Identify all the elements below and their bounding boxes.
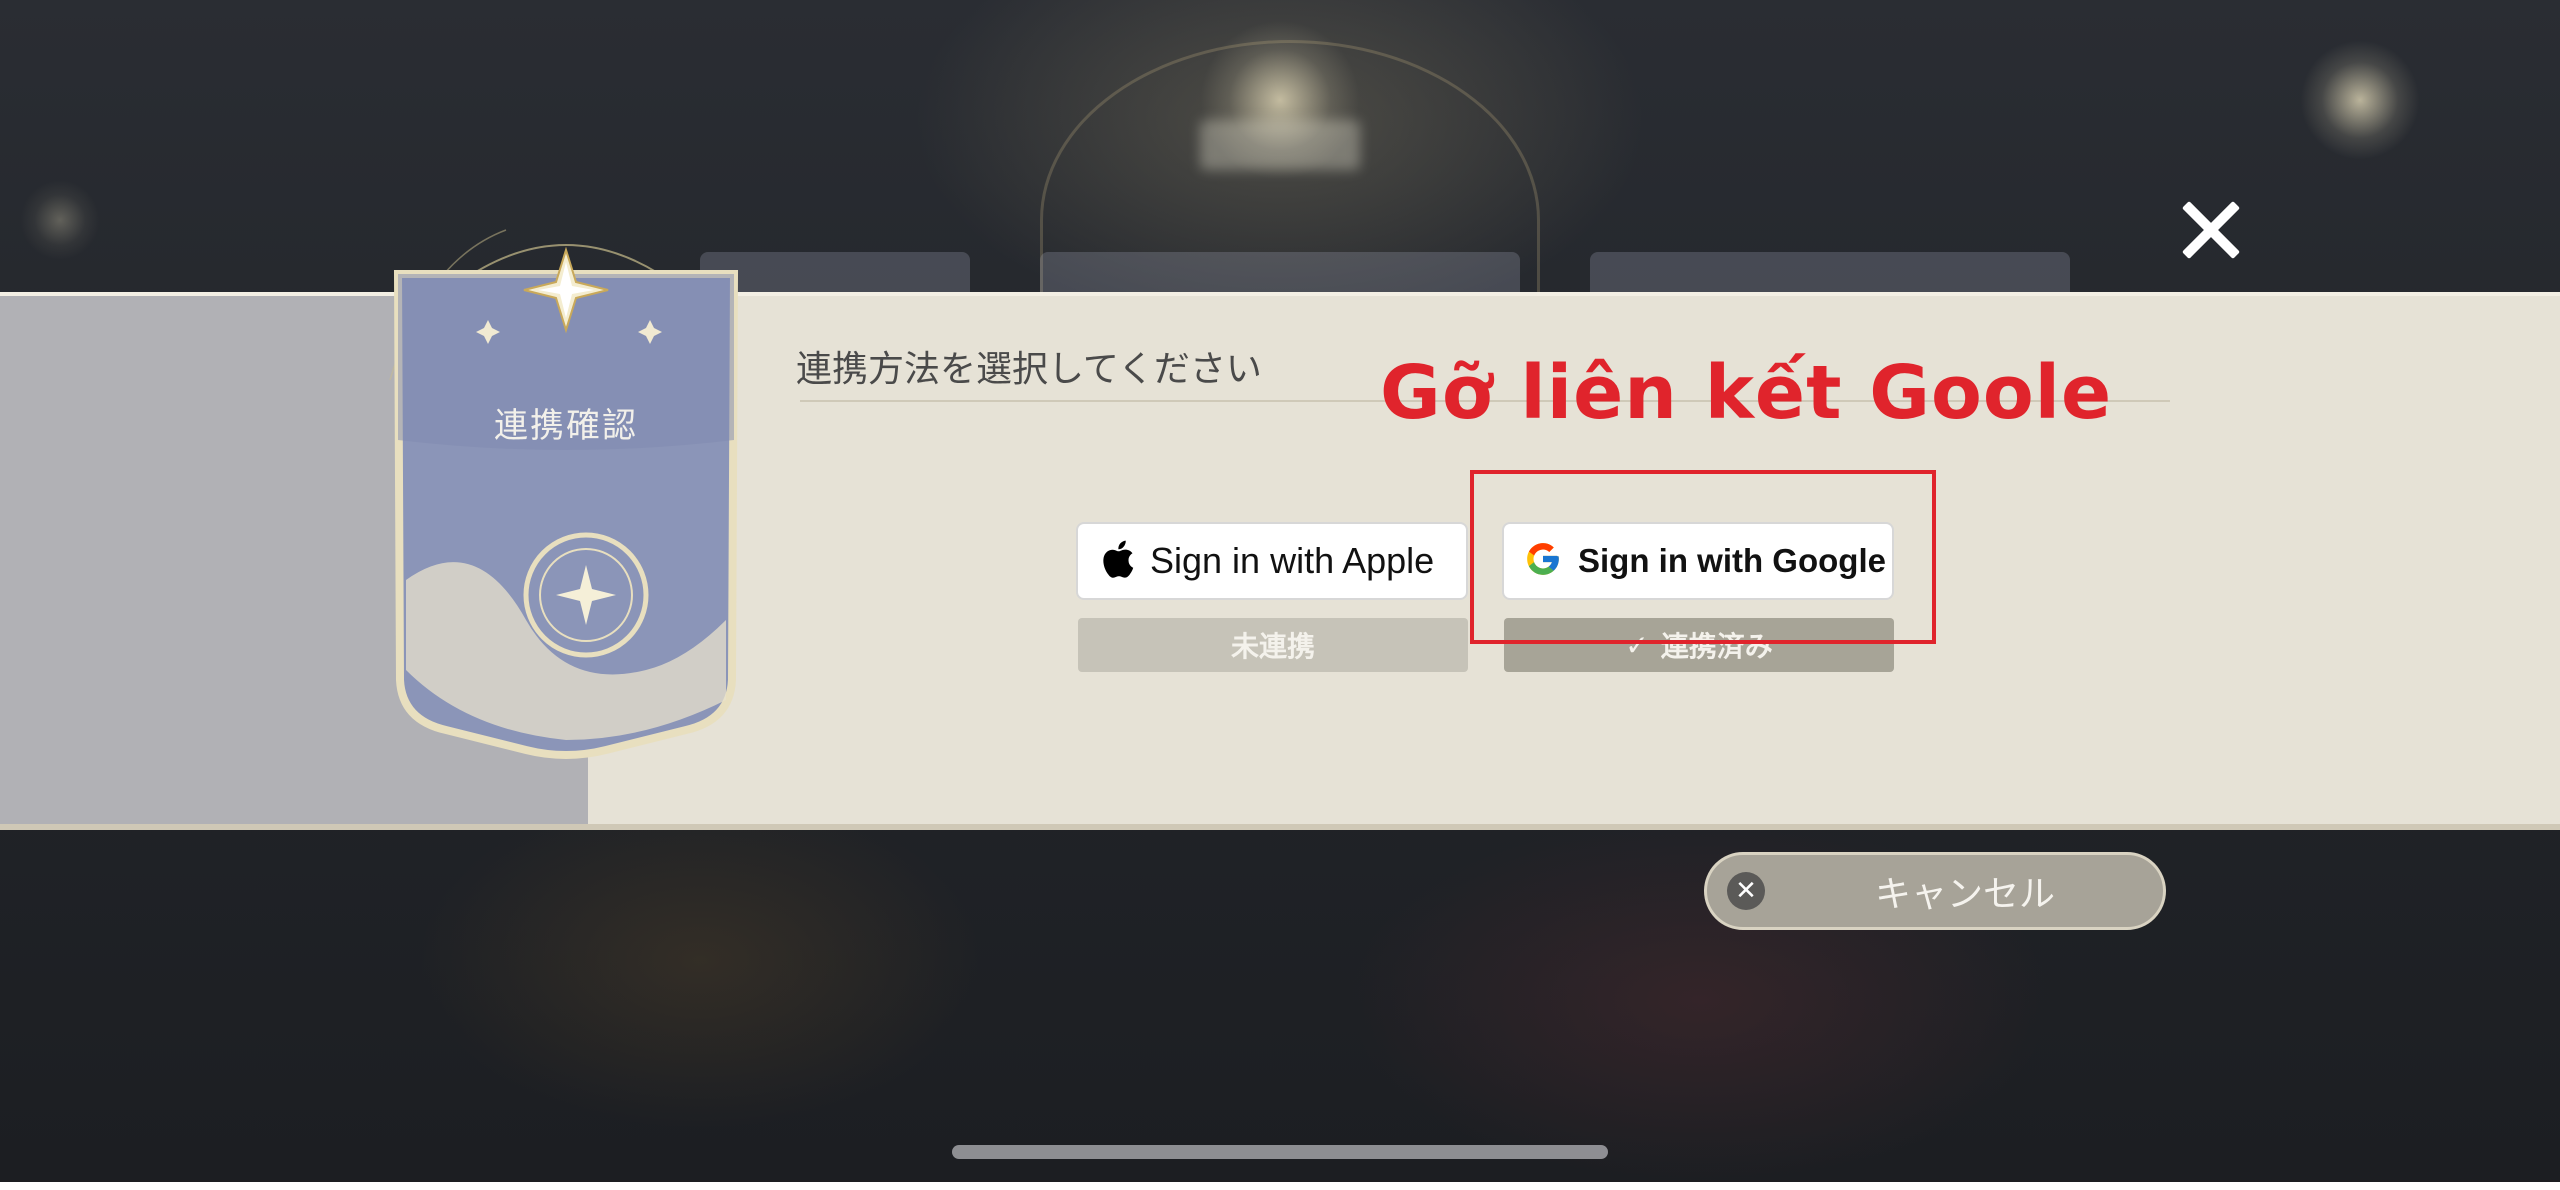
apple-status-label: 未連携 bbox=[1230, 630, 1315, 663]
annotation-highlight-box bbox=[1470, 470, 1936, 644]
emblem: 連携確認 bbox=[386, 200, 746, 783]
screen: 連携確認 連携方法を選択してください Gỡ liên kết Goole Sig… bbox=[0, 0, 2560, 1182]
close-icon[interactable] bbox=[2170, 190, 2250, 270]
cancel-button[interactable]: ✕ キャンセル bbox=[1704, 852, 2166, 930]
background-title bbox=[1200, 120, 1360, 170]
dialog-heading: 連携方法を選択してください bbox=[796, 349, 1262, 390]
background-light bbox=[20, 180, 100, 260]
cancel-label: キャンセル bbox=[1874, 874, 2055, 915]
apple-icon bbox=[1102, 540, 1134, 582]
apple-link-status: 未連携 bbox=[1078, 618, 1468, 672]
background-tab bbox=[1040, 252, 1520, 292]
home-indicator[interactable] bbox=[952, 1145, 1608, 1159]
emblem-art bbox=[389, 229, 739, 783]
background-light bbox=[2300, 40, 2420, 160]
emblem-title: 連携確認 bbox=[494, 406, 638, 446]
background-tab bbox=[1590, 252, 2070, 292]
annotation-label: Gỡ liên kết Goole bbox=[1380, 350, 2113, 436]
sign-in-apple-label: Sign in with Apple bbox=[1150, 540, 1435, 581]
sign-in-apple-button[interactable]: Sign in with Apple bbox=[1076, 522, 1468, 600]
